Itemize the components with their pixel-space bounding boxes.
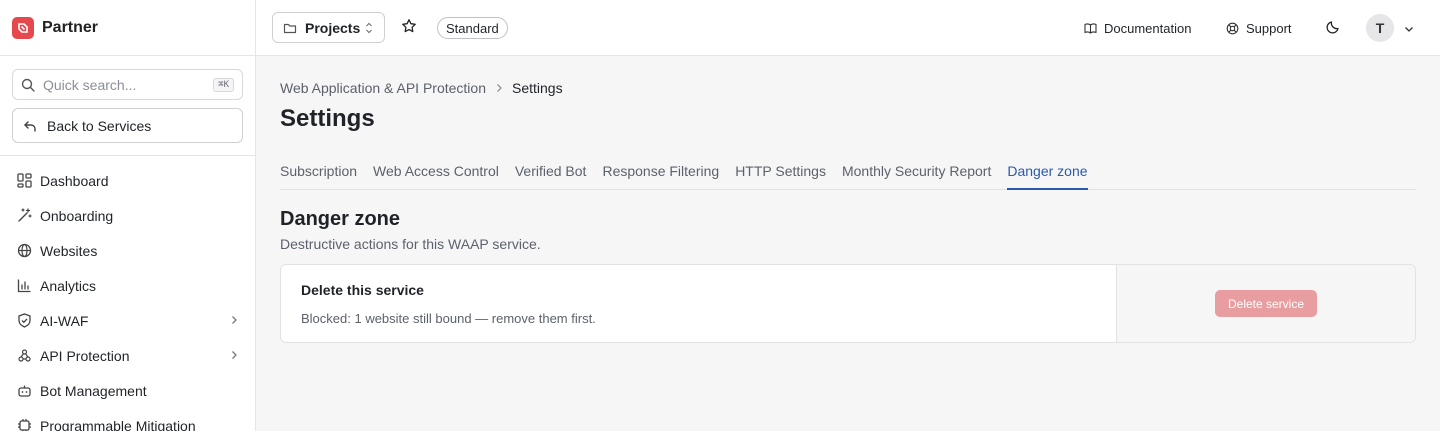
tab-monthly-security-report[interactable]: Monthly Security Report xyxy=(834,161,999,190)
sidebar-item-label: Analytics xyxy=(40,277,97,294)
chart-icon xyxy=(16,278,32,294)
project-selector-label: Projects xyxy=(305,19,361,36)
avatar[interactable]: T xyxy=(1366,14,1394,42)
book-icon xyxy=(1084,22,1097,34)
settings-tabs: Subscription Web Access Control Verified… xyxy=(280,161,1416,190)
breadcrumb-link[interactable]: Web Application & API Protection xyxy=(280,80,486,96)
brand-logo-icon xyxy=(12,16,34,39)
chevron-right-icon xyxy=(228,313,240,329)
back-to-services-button[interactable]: Back to Services xyxy=(12,108,243,143)
sidebar-nav: Dashboard Onboarding Websites Analytics … xyxy=(0,163,256,431)
sidebar-item-websites[interactable]: Websites xyxy=(0,233,256,268)
sidebar-item-analytics[interactable]: Analytics xyxy=(0,268,256,303)
brand-name: Partner xyxy=(42,18,99,36)
search-shortcut: ⌘K xyxy=(213,77,234,92)
shield-icon xyxy=(16,313,32,329)
section-subtitle: Destructive actions for this WAAP servic… xyxy=(280,236,541,252)
sidebar-item-ai-waf[interactable]: AI-WAF xyxy=(0,303,256,338)
sidebar: Partner Quick search... ⌘K Back to Servi… xyxy=(0,0,256,431)
moon-icon[interactable] xyxy=(1325,19,1341,40)
cpu-icon xyxy=(16,418,32,431)
sidebar-item-label: Programmable Mitigation xyxy=(40,417,196,431)
documentation-link[interactable]: Documentation xyxy=(1084,18,1191,38)
dashboard-icon xyxy=(16,173,32,189)
project-selector[interactable]: Projects xyxy=(272,12,385,43)
brand: Partner xyxy=(0,0,255,56)
sidebar-item-programmable-mitigation[interactable]: Programmable Mitigation xyxy=(0,408,256,431)
lifebuoy-icon xyxy=(1226,22,1239,34)
star-icon[interactable] xyxy=(401,18,417,39)
search-input[interactable]: Quick search... xyxy=(43,77,213,93)
sidebar-item-label: Websites xyxy=(40,242,98,259)
page-title: Settings xyxy=(280,105,375,132)
card-title: Delete this service xyxy=(301,282,424,298)
tab-response-filtering[interactable]: Response Filtering xyxy=(594,161,727,190)
sidebar-item-api-protection[interactable]: API Protection xyxy=(0,338,256,373)
globe-icon xyxy=(16,243,32,259)
sidebar-item-label: AI-WAF xyxy=(40,312,89,329)
undo-arrow-icon xyxy=(24,120,36,132)
delete-service-button[interactable]: Delete service xyxy=(1214,290,1318,317)
sidebar-item-dashboard[interactable]: Dashboard xyxy=(0,163,256,198)
back-to-services-label: Back to Services xyxy=(47,117,152,134)
tab-web-access-control[interactable]: Web Access Control xyxy=(365,161,507,190)
folder-icon xyxy=(283,23,297,33)
chevron-up-down-icon xyxy=(366,22,372,33)
support-link[interactable]: Support xyxy=(1226,18,1292,38)
section-title: Danger zone xyxy=(280,208,401,230)
card-body: Delete this service Blocked: 1 website s… xyxy=(281,265,1116,342)
search-icon xyxy=(21,78,35,92)
breadcrumb-current: Settings xyxy=(511,80,563,96)
bot-icon xyxy=(16,383,32,399)
chevron-right-icon xyxy=(228,348,240,364)
chevron-down-icon[interactable] xyxy=(1403,22,1415,40)
sidebar-item-bot-management[interactable]: Bot Management xyxy=(0,373,256,408)
webhook-icon xyxy=(16,348,32,364)
sidebar-divider xyxy=(0,155,256,156)
card-description: Blocked: 1 website still bound — remove … xyxy=(301,311,596,326)
documentation-label: Documentation xyxy=(1104,20,1192,36)
topbar: Projects Standard Documentation Support … xyxy=(256,0,1440,56)
chevron-right-icon xyxy=(494,80,504,96)
card-actions: Delete service xyxy=(1116,265,1415,342)
tab-danger-zone[interactable]: Danger zone xyxy=(1007,161,1088,190)
quick-search[interactable]: Quick search... ⌘K xyxy=(12,69,243,100)
sidebar-item-onboarding[interactable]: Onboarding xyxy=(0,198,256,233)
delete-service-card: Delete this service Blocked: 1 website s… xyxy=(280,264,1416,343)
plan-badge: Standard xyxy=(437,17,508,39)
sidebar-item-label: Dashboard xyxy=(40,172,109,189)
tab-subscription[interactable]: Subscription xyxy=(280,161,365,190)
support-label: Support xyxy=(1246,20,1292,36)
breadcrumb: Web Application & API Protection Setting… xyxy=(280,80,563,96)
sidebar-item-label: Onboarding xyxy=(40,207,114,224)
sidebar-item-label: API Protection xyxy=(40,347,130,364)
tab-http-settings[interactable]: HTTP Settings xyxy=(727,161,834,190)
wand-icon xyxy=(16,208,32,224)
tab-verified-bot[interactable]: Verified Bot xyxy=(507,161,595,190)
sidebar-item-label: Bot Management xyxy=(40,382,147,399)
